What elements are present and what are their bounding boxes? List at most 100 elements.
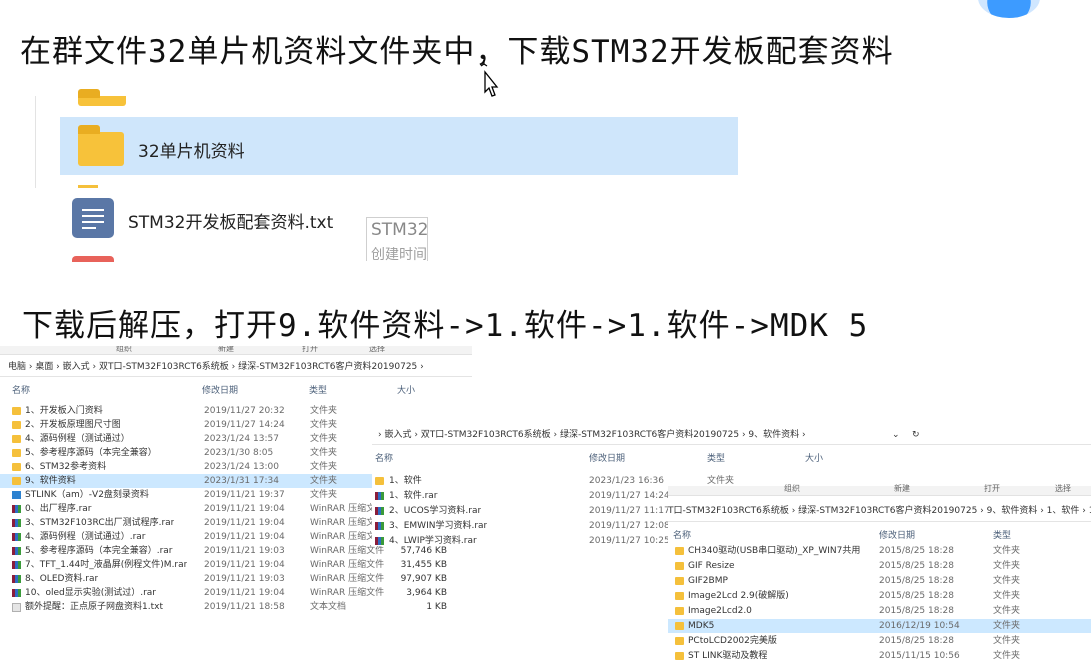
file-type: 文件夹: [993, 576, 1021, 586]
file-date: 2019/11/27 14:24: [589, 491, 670, 501]
file-row[interactable]: 5、参考程序源码（本完全兼容）.rar 2019/11/21 19:03 WinRA…: [0, 544, 472, 558]
file-row[interactable]: MDK5 2016/12/19 10:54 文件夹: [668, 619, 1091, 633]
ribbon-toolbar: 组织 新建 打开 选择: [0, 346, 472, 355]
col-date[interactable]: 修改日期: [589, 452, 625, 466]
file-row[interactable]: 7、TFT_1.44吋_液晶屏(例程文件)M.rar 2019/11/21 19:…: [0, 558, 472, 572]
file-date: 2015/8/25 18:28: [879, 606, 954, 616]
breadcrumb-path: 电脑 › 桌面 › 嵌入式 › 双T口-STM32F103RCT6系统板 › 绿…: [8, 362, 424, 372]
file-row[interactable]: CH340驱动(USB串口驱动)_XP_WIN7共用 2015/8/25 18:2…: [668, 544, 1091, 558]
col-name[interactable]: 名称: [12, 384, 30, 398]
rar-file-icon: [375, 492, 384, 500]
file-row[interactable]: 1、开发板入门资料 2019/11/27 20:32 文件夹: [0, 404, 472, 418]
rar-file-icon: [12, 505, 21, 513]
col-type[interactable]: 类型: [707, 452, 725, 466]
col-name[interactable]: 名称: [375, 452, 393, 466]
toolbar-select[interactable]: 选择: [369, 346, 385, 354]
file-date: 2019/11/21 19:04: [204, 504, 285, 514]
col-date[interactable]: 修改日期: [879, 529, 915, 543]
toolbar-new[interactable]: 新建: [218, 346, 234, 354]
file-name: GIF2BMP: [688, 576, 728, 586]
folder-name: 32单片机资料: [138, 142, 245, 162]
file-tooltip: STM32 创建时间: [366, 217, 428, 261]
file-name: 3、EMWIN学习资料.rar: [389, 521, 488, 531]
file-date: 2019/11/21 18:58: [204, 602, 285, 612]
file-name: 7、TFT_1.44吋_液晶屏(例程文件)M.rar: [25, 560, 188, 570]
file-type: WinRAR 压缩文件: [310, 574, 385, 584]
folder-icon: [78, 185, 98, 188]
column-headers: 名称 修改日期 类型 大小: [372, 452, 1091, 466]
file-icon-partial: [72, 256, 114, 262]
file-row[interactable]: ST LINK驱动及教程 2015/11/15 10:56 文件夹: [668, 649, 1091, 663]
file-size: 97,907 KB: [400, 574, 447, 584]
toolbar-organize[interactable]: 组织: [116, 346, 132, 354]
tooltip-line-1: STM32: [371, 220, 428, 240]
col-type[interactable]: 类型: [993, 529, 1011, 543]
file-date: 2016/12/19 10:54: [879, 621, 960, 631]
file-type: 文件夹: [310, 434, 338, 444]
mouse-cursor-icon: [480, 60, 499, 97]
file-date: 2015/8/25 18:28: [879, 591, 954, 601]
col-date[interactable]: 修改日期: [202, 384, 238, 398]
breadcrumb[interactable]: T口-STM32F103RCT6系统板 › 绿深-STM32F103RCT6客户…: [668, 501, 1091, 522]
file-name: STLINK（am）-V2盘刻录资料: [25, 490, 149, 500]
folder-icon: [675, 562, 684, 570]
breadcrumb[interactable]: 电脑 › 桌面 › 嵌入式 › 双T口-STM32F103RCT6系统板 › 绿…: [0, 358, 472, 377]
file-date: 2015/8/25 18:28: [879, 576, 954, 586]
tooltip-line-2: 创建时间: [371, 247, 427, 261]
file-type: WinRAR 压缩文件: [310, 546, 385, 556]
file-type: 文件夹: [310, 476, 338, 486]
file-name: 5、参考程序源码（本完全兼容）: [25, 448, 157, 458]
column-headers: 名称 修改日期 类型 大小: [0, 384, 472, 398]
file-row[interactable]: 10、oled显示实验(测试过）.rar 2019/11/21 19:04 WinR…: [0, 586, 472, 600]
toolbar-select[interactable]: 选择: [1055, 484, 1071, 494]
column-headers: 名称 修改日期 类型: [668, 529, 1091, 543]
file-type: 文件夹: [310, 462, 338, 472]
file-date: 2015/11/15 10:56: [879, 651, 960, 661]
shortcut-icon: [12, 491, 21, 499]
file-name: 1、开发板入门资料: [25, 406, 103, 416]
breadcrumb[interactable]: › 嵌入式 › 双T口-STM32F103RCT6系统板 › 绿深-STM32F…: [372, 426, 1091, 445]
rar-file-icon: [375, 507, 384, 515]
col-size[interactable]: 大小: [397, 384, 415, 398]
file-row[interactable]: GIF2BMP 2015/8/25 18:28 文件夹: [668, 574, 1091, 588]
rar-file-icon: [12, 547, 21, 555]
file-date: 2019/11/27 11:17: [589, 506, 670, 516]
file-date: 2023/1/30 8:05: [204, 448, 274, 458]
file-row[interactable]: Image2Lcd2.0 2015/8/25 18:28 文件夹: [668, 604, 1091, 618]
col-size[interactable]: 大小: [805, 452, 823, 466]
group-file-panel: 32单片机资料 STM32开发板配套资料.txt STM32 创建时间: [35, 89, 740, 266]
folder-row-32[interactable]: 32单片机资料: [60, 117, 738, 175]
file-name: ST LINK驱动及教程: [688, 651, 768, 661]
file-row[interactable]: GIF Resize 2015/8/25 18:28 文件夹: [668, 559, 1091, 573]
file-date: 2019/11/21 19:04: [204, 560, 285, 570]
file-row[interactable]: 8、OLED资料.rar 2019/11/21 19:03 WinRAR 压缩文件 9…: [0, 572, 472, 586]
toolbar-organize[interactable]: 组织: [784, 484, 800, 494]
file-type: 文件夹: [310, 420, 338, 430]
file-date: 2019/11/21 19:03: [204, 546, 285, 556]
toolbar-new[interactable]: 新建: [894, 484, 910, 494]
folder-icon: [675, 652, 684, 660]
file-type: 文件夹: [310, 490, 338, 500]
file-row[interactable]: Image2Lcd 2.9(破解版) 2015/8/25 18:28 文件夹: [668, 589, 1091, 603]
toolbar-open[interactable]: 打开: [984, 484, 1000, 494]
chevron-down-icon[interactable]: ⌄: [892, 426, 900, 444]
file-type: 文件夹: [993, 621, 1021, 631]
folder-icon: [12, 449, 21, 457]
file-name: 2、开发板原理图尺寸图: [25, 420, 121, 430]
file-name: 5、参考程序源码（本完全兼容）.rar: [25, 546, 173, 556]
file-date: 2019/11/27 20:32: [204, 406, 285, 416]
txt-row[interactable]: STM32开发板配套资料.txt: [60, 196, 500, 240]
file-row[interactable]: 额外提醒：正点原子网盘资料1.txt 2019/11/21 18:58 文本文档 1 …: [0, 600, 472, 614]
col-type[interactable]: 类型: [309, 384, 327, 398]
file-date: 2019/11/21 19:37: [204, 490, 285, 500]
panel-left-border: [35, 96, 36, 188]
col-name[interactable]: 名称: [673, 529, 691, 543]
instruction-heading-1: 在群文件32单片机资料文件夹中，下载STM32开发板配套资料: [20, 34, 894, 70]
refresh-icon[interactable]: ↻: [912, 426, 920, 444]
toolbar-open[interactable]: 打开: [302, 346, 318, 354]
folder-icon: [12, 421, 21, 429]
file-name: 8、OLED资料.rar: [25, 574, 99, 584]
breadcrumb-path: › 嵌入式 › 双T口-STM32F103RCT6系统板 › 绿深-STM32F…: [378, 430, 806, 440]
file-row[interactable]: PCtoLCD2002完美版 2015/8/25 18:28 文件夹: [668, 634, 1091, 648]
file-date: 2023/1/31 17:34: [204, 476, 279, 486]
